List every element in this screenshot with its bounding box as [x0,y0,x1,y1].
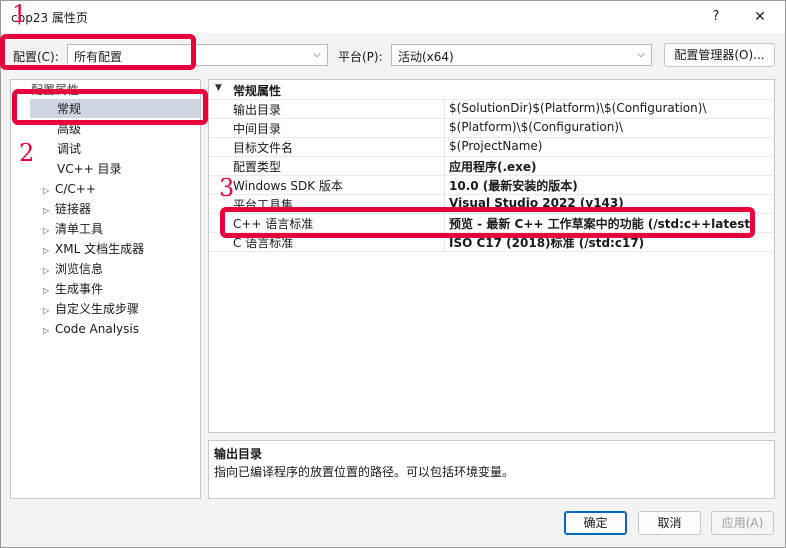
platform-dropdown[interactable]: 活动(x64) ⌵ [391,44,652,66]
chevron-right-icon[interactable]: ▷ [43,182,55,200]
chevron-down-icon: ⌵ [637,49,645,60]
annotation-number-3: 3 [219,174,235,202]
annotation-box-general [12,89,208,125]
chevron-right-icon[interactable]: ▷ [43,202,55,220]
annotation-box-cpp-standard [220,207,755,238]
apply-button[interactable]: 应用(A) [711,511,774,535]
grid-category[interactable]: ▼ 常规属性 [209,80,773,100]
property-value[interactable]: 10.0 (最新安装的版本) [449,177,578,194]
tree-item[interactable]: ▷ 自定义生成步骤 [43,300,139,318]
annotation-number-2: 2 [19,139,35,167]
help-icon[interactable]: ? [701,5,731,29]
property-row[interactable]: 配置类型 应用程序(.exe) [209,156,773,176]
tree-item-label: 生成事件 [55,282,104,296]
property-row[interactable]: 中间目录 $(Platform)\$(Configuration)\ [209,118,773,138]
chevron-right-icon[interactable]: ▷ [43,262,55,280]
description-panel: 输出目录 指向已编译程序的放置位置的路径。可以包括环境变量。 [208,440,775,499]
property-grid: ▼ 常规属性 输出目录 $(SolutionDir)$(Platform)\$(C… [208,79,775,433]
tree-item-label: XML 文档生成器 [55,242,145,256]
tree-item[interactable]: ▷ 生成事件 [43,280,103,298]
tree-item[interactable]: ▷ 链接器 [43,200,91,218]
description-title: 输出目录 [214,447,263,461]
chevron-right-icon[interactable]: ▷ [43,242,55,260]
tree-item-label: Code Analysis [55,322,139,336]
chevron-right-icon[interactable]: ▷ [43,282,55,300]
ok-button[interactable]: 确定 [564,511,627,535]
tree-item-label: VC++ 目录 [57,162,122,176]
tree-item-label: 链接器 [55,202,92,216]
tree-item[interactable]: ▷ 清单工具 [43,220,103,238]
title-bar: cpp23 属性页 ? ✕ [1,1,785,33]
chevron-right-icon[interactable]: ▷ [43,302,55,320]
close-icon[interactable]: ✕ [745,5,775,29]
tree-item[interactable]: ▷ C/C++ [43,180,96,198]
property-name: Windows SDK 版本 [233,179,343,193]
tree-item-label: 调试 [57,142,82,156]
cancel-button[interactable]: 取消 [638,511,701,535]
tree-item-label: 自定义生成步骤 [55,302,140,316]
category-label: 常规属性 [233,84,282,98]
platform-label: 平台(P): [338,50,383,64]
property-value[interactable]: 应用程序(.exe) [449,158,537,175]
tree-item-label: C/C++ [55,182,96,196]
tree-item[interactable]: ▷ XML 文档生成器 [43,240,144,258]
platform-value: 活动(x64) [398,50,454,64]
config-manager-button[interactable]: 配置管理器(O)... [664,43,775,67]
chevron-down-icon: ⌵ [313,49,321,60]
tree-item-label: 浏览信息 [55,262,104,276]
tree-item[interactable]: VC++ 目录 [57,160,122,178]
property-row[interactable]: Windows SDK 版本 10.0 (最新安装的版本) [209,175,773,195]
tree-panel: 配置属性 常规 高级 调试 VC++ 目录 ▷ C/C++ ▷ 链接器 ▷ 清单工具 ▷ XML 文档… [10,79,201,499]
tree-item[interactable]: ▷ Code Analysis [43,320,139,338]
description-text: 指向已编译程序的放置位置的路径。可以包括环境变量。 [214,465,515,479]
property-name: 目标文件名 [233,141,294,155]
property-value[interactable]: $(ProjectName) [449,139,542,153]
chevron-right-icon[interactable]: ▷ [43,322,55,340]
tree-item[interactable]: 调试 [57,140,81,158]
property-value[interactable]: $(Platform)\$(Configuration)\ [449,120,623,134]
property-pages-dialog: cpp23 属性页 ? ✕ 配置(C): 所有配置 ⌵ 平台(P): 活动(x6… [0,0,786,548]
property-name: 中间目录 [233,122,282,136]
property-name: 输出目录 [233,103,282,117]
property-value[interactable]: $(SolutionDir)$(Platform)\$(Configuratio… [449,101,706,115]
property-name: 配置类型 [233,160,282,174]
tree-item-label: 清单工具 [55,222,104,236]
chevron-down-icon[interactable]: ▼ [215,83,222,93]
annotation-number-1: 1 [12,0,28,28]
tree-item[interactable]: ▷ 浏览信息 [43,260,103,278]
property-row[interactable]: 目标文件名 $(ProjectName) [209,137,773,157]
chevron-right-icon[interactable]: ▷ [43,222,55,240]
property-row[interactable]: 输出目录 $(SolutionDir)$(Platform)\$(Configur… [209,99,773,119]
annotation-box-config [0,34,196,70]
